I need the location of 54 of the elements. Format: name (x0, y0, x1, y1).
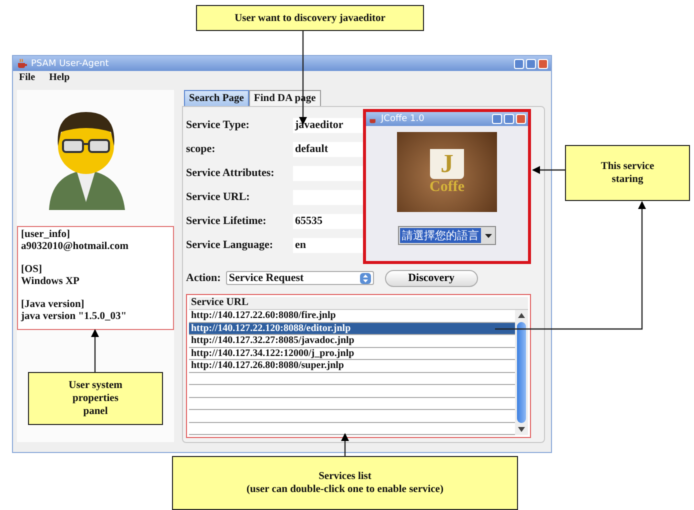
tab[interactable]: Search Page (184, 90, 249, 106)
menu-item[interactable]: Help (49, 72, 70, 83)
column-header: Service URL (189, 297, 528, 310)
callout-note: Services list (user can double-click one to enable service) (172, 456, 518, 510)
scroll-up-icon[interactable] (518, 313, 525, 318)
input-field[interactable] (293, 190, 363, 204)
input-field[interactable]: en (293, 238, 363, 252)
maximize-button[interactable] (526, 58, 536, 68)
dropdown-caret-icon (485, 234, 492, 238)
logo-word: Coffe (430, 179, 464, 195)
discovery-button[interactable]: Discovery (384, 270, 478, 286)
callout-note: User system properties panel (28, 372, 163, 425)
property-value: java version "1.5.0_03" (21, 311, 128, 323)
callout-arrow (91, 329, 99, 372)
language-dropdown[interactable]: 請選擇您的語言 (398, 226, 496, 245)
menu-item[interactable]: File (19, 72, 36, 83)
coffee-cup-icon (16, 58, 28, 69)
action-dropdown[interactable]: Service Request (226, 271, 374, 285)
input-field[interactable] (293, 166, 363, 180)
minimize-button[interactable] (492, 114, 502, 124)
service-url-row[interactable]: http://140.127.26.80:8080/super.jnlp (189, 360, 515, 372)
action-label: Action: (186, 272, 221, 284)
popup-title: JCoffe 1.0 (381, 114, 426, 124)
field-label: Service Lifetime: (186, 215, 268, 227)
maximize-button[interactable] (504, 114, 514, 124)
input-field[interactable]: 65535 (293, 214, 363, 228)
logo-letter: J (440, 150, 454, 178)
field-label: Service Attributes: (186, 167, 276, 179)
service-url-row[interactable]: http://140.127.22.120:8088/editor.jnlp (189, 322, 515, 335)
input-field[interactable]: default (293, 142, 363, 156)
property-heading: [Java version] (21, 299, 86, 311)
close-button[interactable] (516, 114, 526, 124)
callout-arrow (532, 166, 565, 174)
callout-note: This service staring (565, 145, 690, 201)
service-url-row[interactable]: http://140.127.32.27:8085/javadoc.jnlp (189, 335, 515, 348)
callout-arrow (341, 433, 349, 456)
spinner-arrows-icon (360, 272, 371, 284)
scroll-thumb[interactable] (517, 322, 526, 423)
minimize-button[interactable] (514, 58, 524, 68)
input-field[interactable]: javaeditor (293, 118, 363, 132)
property-heading: [user_info] (21, 229, 71, 241)
scrollbar[interactable] (515, 310, 528, 435)
scroll-down-icon[interactable] (518, 427, 525, 432)
field-label: Service URL: (186, 191, 251, 203)
field-label: scope: (186, 143, 216, 155)
property-value: Windows XP (21, 276, 80, 288)
close-button[interactable] (538, 58, 548, 68)
service-url-row[interactable]: http://140.127.34.122:12000/j_pro.jnlp (189, 348, 515, 360)
field-label: Service Type: (186, 119, 250, 131)
window-title: PSAM User-Agent (31, 58, 110, 68)
property-heading: [OS] (21, 264, 43, 276)
property-value: a9032010@hotmail.com (21, 241, 130, 253)
callout-note: User want to discovery javaeditor (196, 5, 424, 31)
field-label: Service Language: (186, 239, 274, 251)
